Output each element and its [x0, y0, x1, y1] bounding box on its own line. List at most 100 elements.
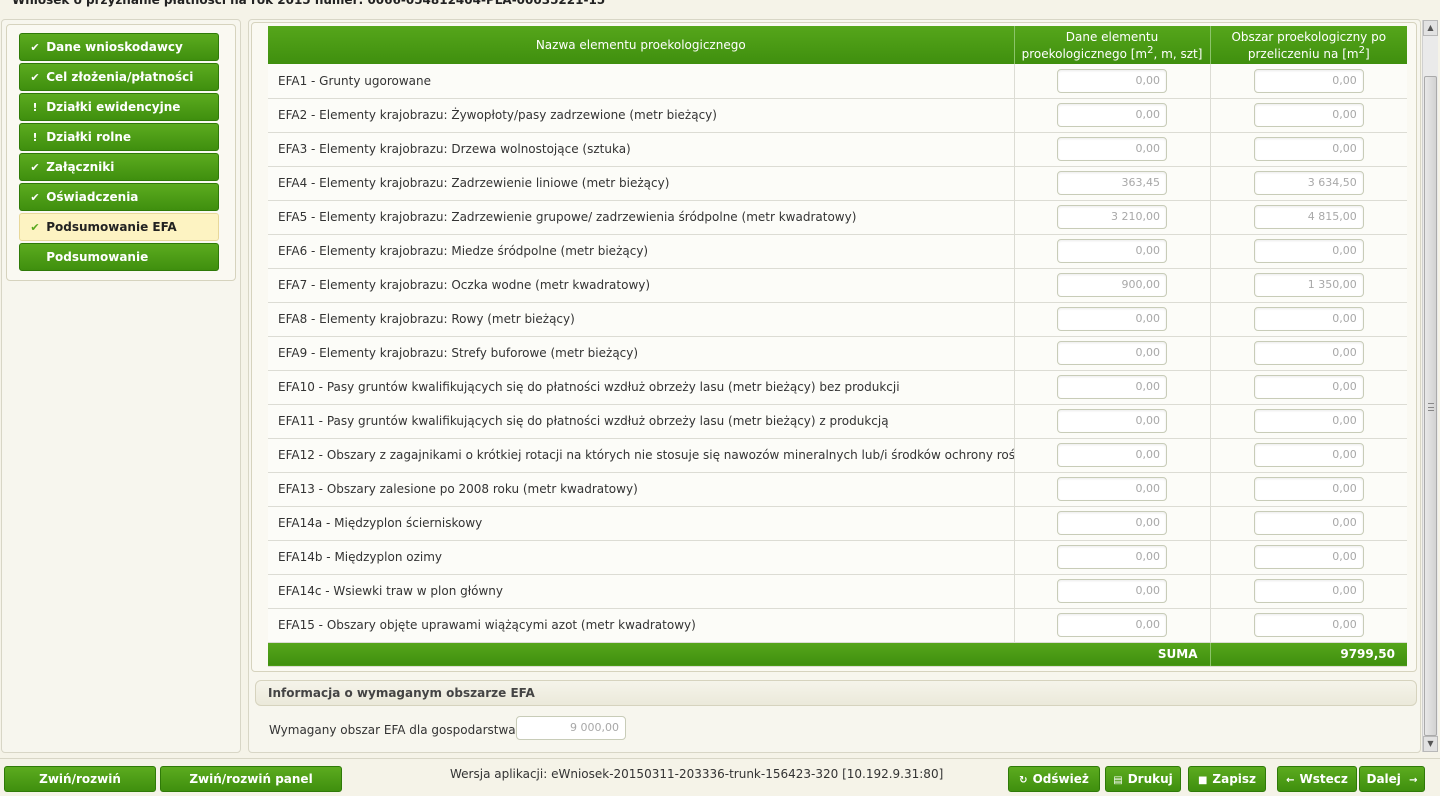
nav-item-label: Oświadczenia — [46, 190, 139, 204]
grip-icon — [1428, 403, 1434, 411]
save-icon: ■ — [1197, 775, 1208, 786]
efa-name: EFA5 - Elementy krajobrazu: Zadrzewienie… — [268, 200, 1015, 235]
efa-data-field[interactable]: 0,00 — [1057, 239, 1167, 263]
table-row: EFA9 - Elementy krajobrazu: Strefy bufor… — [268, 336, 1407, 371]
efa-area-field[interactable]: 0,00 — [1253, 341, 1364, 365]
efa-area-field[interactable]: 0,00 — [1253, 511, 1364, 535]
efa-area-field[interactable]: 3 634,50 — [1253, 171, 1364, 195]
table-row: EFA10 - Pasy gruntów kwalifikujących się… — [268, 370, 1407, 405]
table-row: EFA14a - Międzyplon ścierniskowy 0,00 0,00 — [268, 506, 1407, 541]
column-header-area: Obszar proekologiczny po przeliczeniu na… — [1210, 26, 1407, 64]
table-row: EFA4 - Elementy krajobrazu: Zadrzewienie… — [268, 166, 1407, 201]
efa-name: EFA12 - Obszary z zagajnikami o krótkiej… — [268, 438, 1015, 473]
efa-data-field[interactable]: 0,00 — [1057, 341, 1167, 365]
efa-area-field[interactable]: 1 350,00 — [1253, 273, 1364, 297]
table-row: EFA7 - Elementy krajobrazu: Oczka wodne … — [268, 268, 1407, 303]
table-row: EFA12 - Obszary z zagajnikami o krótkiej… — [268, 438, 1407, 473]
nav-item-cel-zlozenia[interactable]: ✔ Cel złożenia/płatności — [19, 63, 219, 91]
nav-item-oswiadczenia[interactable]: ✔ Oświadczenia — [19, 183, 219, 211]
refresh-button[interactable]: ↻ Odśwież — [1008, 766, 1100, 792]
table-row: EFA11 - Pasy gruntów kwalifikujących się… — [268, 404, 1407, 439]
sum-value: 9799,50 — [1210, 642, 1407, 667]
required-efa-section-header: Informacja o wymaganym obszarze EFA — [255, 680, 1417, 706]
nav-item-dzialki-ewidencyjne[interactable]: ! Działki ewidencyjne — [19, 93, 219, 121]
efa-data-field[interactable]: 900,00 — [1057, 273, 1167, 297]
required-efa-field[interactable]: 9 000,00 — [516, 716, 626, 740]
efa-table-container: Nazwa elementu proekologicznego Dane ele… — [251, 22, 1417, 672]
window-title: Wniosek o przyznanie płatności na rok 20… — [0, 0, 1440, 8]
efa-data-field[interactable]: 0,00 — [1057, 409, 1167, 433]
efa-data-field[interactable]: 0,00 — [1057, 137, 1167, 161]
warning-icon: ! — [32, 101, 38, 114]
content-panel: Nazwa elementu proekologicznego Dane ele… — [248, 19, 1421, 753]
nav-item-label: Działki rolne — [46, 130, 132, 144]
efa-name: EFA3 - Elementy krajobrazu: Drzewa wolno… — [268, 132, 1015, 167]
back-button[interactable]: ← Wstecz — [1277, 766, 1357, 792]
column-header-data: Dane elementu proekologicznego [m2, m, s… — [1014, 26, 1211, 64]
warning-icon: ! — [32, 131, 38, 144]
efa-area-field[interactable]: 0,00 — [1253, 68, 1364, 93]
refresh-icon: ↻ — [1019, 775, 1028, 786]
efa-area-field[interactable]: 0,00 — [1253, 443, 1364, 467]
nav-item-label: Podsumowanie — [46, 250, 149, 264]
nav-item-dane-wnioskodawcy[interactable]: ✔ Dane wnioskodawcy — [19, 33, 219, 61]
efa-area-field[interactable]: 0,00 — [1253, 579, 1364, 603]
efa-area-field[interactable]: 0,00 — [1253, 103, 1364, 127]
table-row: EFA8 - Elementy krajobrazu: Rowy (metr b… — [268, 302, 1407, 337]
navigation-steps: ✔ Dane wnioskodawcy ✔ Cel złożenia/płatn… — [6, 24, 236, 281]
efa-data-field[interactable]: 0,00 — [1057, 511, 1167, 535]
efa-name: EFA11 - Pasy gruntów kwalifikujących się… — [268, 404, 1015, 439]
sum-label: SUMA — [1014, 642, 1211, 667]
efa-name: EFA4 - Elementy krajobrazu: Zadrzewienie… — [268, 166, 1015, 201]
efa-data-field[interactable]: 0,00 — [1057, 579, 1167, 603]
nav-item-label: Dane wnioskodawcy — [46, 40, 183, 54]
vertical-scrollbar[interactable]: ▲ ▼ — [1422, 20, 1438, 752]
efa-area-field[interactable]: 0,00 — [1253, 409, 1364, 433]
efa-area-field[interactable]: 0,00 — [1253, 613, 1364, 637]
efa-data-field[interactable]: 0,00 — [1057, 545, 1167, 569]
efa-name: EFA14c - Wsiewki traw w plon główny — [268, 574, 1015, 609]
efa-name: EFA9 - Elementy krajobrazu: Strefy bufor… — [268, 336, 1015, 371]
efa-data-field[interactable]: 0,00 — [1057, 68, 1167, 93]
nav-item-podsumowanie-efa[interactable]: ✔ Podsumowanie EFA — [19, 213, 219, 241]
nav-item-podsumowanie[interactable]: Podsumowanie — [19, 243, 219, 271]
efa-data-field[interactable]: 0,00 — [1057, 477, 1167, 501]
efa-data-field[interactable]: 0,00 — [1057, 613, 1167, 637]
scrollbar-thumb[interactable] — [1424, 76, 1437, 736]
efa-area-field[interactable]: 0,00 — [1253, 137, 1364, 161]
table-row: EFA14c - Wsiewki traw w plon główny 0,00 0… — [268, 574, 1407, 609]
scroll-up-arrow-icon[interactable]: ▲ — [1423, 20, 1438, 36]
efa-data-field[interactable]: 0,00 — [1057, 103, 1167, 127]
efa-area-field[interactable]: 0,00 — [1253, 545, 1364, 569]
toggle-nav-panel-button[interactable]: Zwiń/rozwiń panel nawigacji — [160, 766, 342, 792]
efa-area-field[interactable]: 0,00 — [1253, 239, 1364, 263]
required-efa-label: Wymagany obszar EFA dla gospodarstwa [m2… — [269, 722, 546, 737]
efa-area-field[interactable]: 0,00 — [1253, 375, 1364, 399]
efa-area-field[interactable]: 4 815,00 — [1253, 205, 1364, 229]
efa-data-field[interactable]: 3 210,00 — [1057, 205, 1167, 229]
arrow-right-icon: → — [1409, 775, 1418, 786]
efa-data-field[interactable]: 0,00 — [1057, 375, 1167, 399]
scroll-down-arrow-icon[interactable]: ▼ — [1423, 736, 1438, 752]
footer-toolbar: Zwiń/rozwiń nagłówek Zwiń/rozwiń panel n… — [0, 758, 1440, 796]
next-button[interactable]: Dalej → — [1359, 766, 1425, 792]
efa-area-field[interactable]: 0,00 — [1253, 477, 1364, 501]
efa-name: EFA14a - Międzyplon ścierniskowy — [268, 506, 1015, 541]
efa-data-field[interactable]: 0,00 — [1057, 307, 1167, 331]
efa-data-field[interactable]: 0,00 — [1057, 443, 1167, 467]
efa-name: EFA15 - Obszary objęte uprawami wiążącym… — [268, 608, 1015, 643]
nav-item-label: Podsumowanie EFA — [46, 220, 177, 234]
nav-item-label: Cel złożenia/płatności — [46, 70, 194, 84]
sum-row: SUMA 9799,50 — [268, 642, 1407, 667]
efa-area-field[interactable]: 0,00 — [1253, 307, 1364, 331]
print-button[interactable]: ▤ Drukuj — [1105, 766, 1181, 792]
nav-item-label: Działki ewidencyjne — [46, 100, 181, 114]
toggle-header-button[interactable]: Zwiń/rozwiń nagłówek — [4, 766, 156, 792]
table-row: EFA1 - Grunty ugorowane 0,00 0,00 — [268, 64, 1407, 99]
check-icon: ✔ — [30, 71, 40, 84]
nav-item-zalaczniki[interactable]: ✔ Załączniki — [19, 153, 219, 181]
nav-item-dzialki-rolne[interactable]: ! Działki rolne — [19, 123, 219, 151]
efa-table: Nazwa elementu proekologicznego Dane ele… — [268, 26, 1407, 667]
save-button[interactable]: ■ Zapisz — [1188, 766, 1266, 792]
efa-data-field[interactable]: 363,45 — [1057, 171, 1167, 195]
